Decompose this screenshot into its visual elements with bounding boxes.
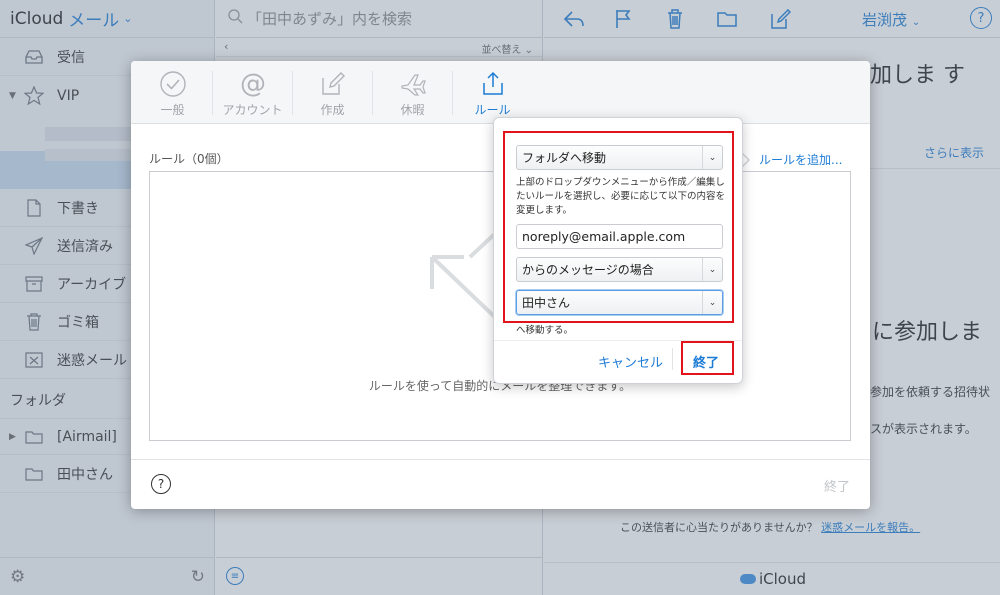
tab-label: アカウント xyxy=(222,103,283,117)
done-button[interactable]: 終了 xyxy=(693,352,719,371)
tab-label: 作成 xyxy=(320,103,345,117)
divider xyxy=(672,348,673,370)
cancel-button[interactable]: キャンセル xyxy=(598,352,663,371)
rule-description: 上部のドロップダウンメニューから作成／編集したいルールを選択し、必要に応じて以下… xyxy=(516,177,726,216)
tab-compose[interactable]: 作成 xyxy=(293,61,372,124)
tab-label: 休暇 xyxy=(400,103,425,117)
chevron-down-icon: ⌄ xyxy=(702,258,722,281)
divider xyxy=(131,459,870,460)
compose-icon xyxy=(319,70,347,98)
add-rule-link[interactable]: ルールを追加... xyxy=(759,151,842,168)
tab-account[interactable]: @ アカウント xyxy=(213,61,292,124)
chevron-down-icon: ⌄ xyxy=(702,291,722,314)
rule-condition-select[interactable]: からのメッセージの場合 ⌄ xyxy=(516,257,723,282)
checkmark-circle-icon xyxy=(159,70,187,98)
tab-rules[interactable]: ルール xyxy=(453,61,532,124)
tab-label: ルール xyxy=(474,103,511,117)
rules-count-label: ルール（0個） xyxy=(149,152,229,166)
help-icon[interactable]: ? xyxy=(151,474,171,494)
sender-email-field[interactable] xyxy=(516,224,723,249)
tab-vacation[interactable]: 休暇 xyxy=(373,61,452,124)
at-sign-icon: @ xyxy=(240,69,266,99)
rule-editor-popover: フォルダへ移動 ⌄ 上部のドロップダウンメニューから作成／編集したいルールを選択… xyxy=(493,117,743,384)
move-to-suffix: へ移動する。 xyxy=(516,325,574,336)
destination-folder-select[interactable]: 田中さん ⌄ xyxy=(516,290,723,315)
chevron-down-icon: ⌄ xyxy=(702,146,722,169)
divider xyxy=(494,340,742,341)
select-value: 田中さん xyxy=(522,296,571,310)
select-value: からのメッセージの場合 xyxy=(522,263,654,277)
select-value: フォルダへ移動 xyxy=(522,151,607,165)
airplane-icon xyxy=(399,70,427,98)
preferences-tabbar: 一般 @ アカウント 作成 休暇 ルール xyxy=(131,61,870,124)
move-arrows-icon xyxy=(479,70,507,98)
rule-action-select[interactable]: フォルダへ移動 ⌄ xyxy=(516,145,723,170)
done-button-disabled[interactable]: 終了 xyxy=(824,476,850,495)
tab-label: 一般 xyxy=(160,103,185,117)
tab-general[interactable]: 一般 xyxy=(133,61,212,124)
